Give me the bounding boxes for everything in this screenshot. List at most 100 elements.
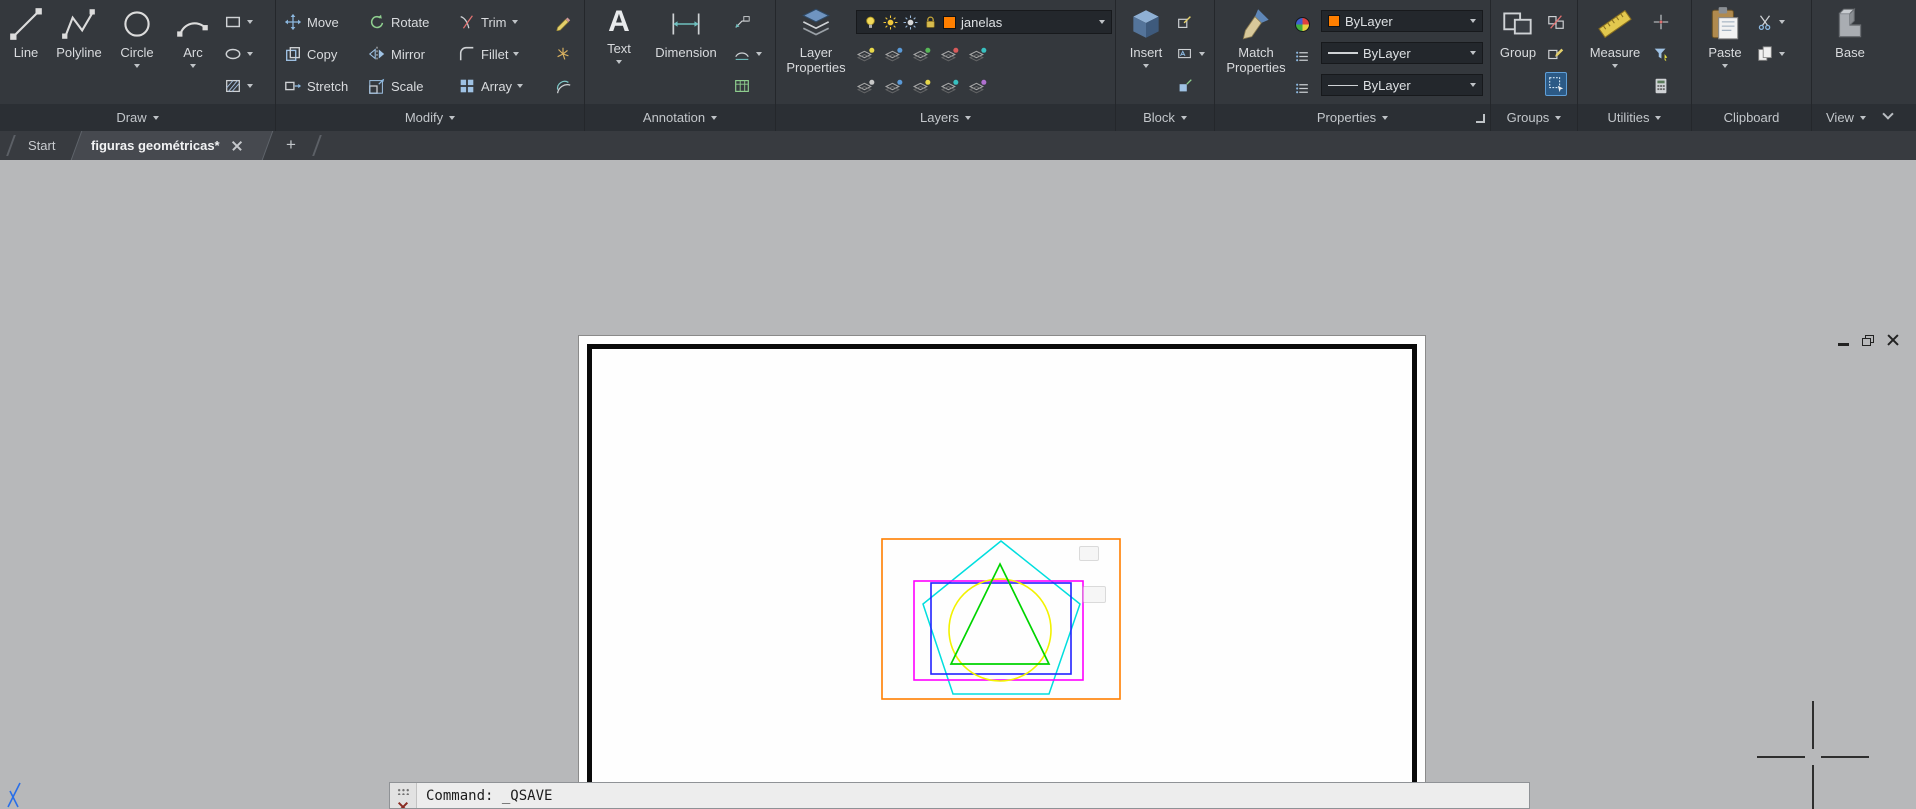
object-color-dropdown-icon[interactable] <box>1470 19 1476 23</box>
drawing-viewport[interactable] <box>0 160 1916 809</box>
match-properties-button[interactable]: Match Properties <box>1223 5 1289 75</box>
layer-freeze-sun-icon[interactable] <box>883 15 898 30</box>
panel-title-modify[interactable]: Modify <box>276 104 584 131</box>
array-dropdown-icon[interactable] <box>517 84 523 88</box>
rectangle-tool-button[interactable] <box>224 10 253 34</box>
hatch-dropdown-icon[interactable] <box>247 84 253 88</box>
tab-drawing-active[interactable]: figuras geométricas* <box>71 131 274 160</box>
rotate-button[interactable]: Rotate <box>368 10 429 34</box>
layer-unisolate-button[interactable] <box>968 42 987 66</box>
block-editor-button[interactable] <box>1176 74 1194 98</box>
circle-yellow[interactable] <box>949 579 1051 681</box>
panel-title-view[interactable]: View <box>1812 104 1916 131</box>
id-point-button[interactable] <box>1652 10 1670 34</box>
trim-button[interactable]: Trim <box>458 10 518 34</box>
edit-attribute-button[interactable] <box>1176 42 1205 66</box>
layer-combo-dropdown-icon[interactable] <box>1099 20 1105 24</box>
layer-off-button[interactable] <box>884 74 903 98</box>
panel-title-annotation[interactable]: Annotation <box>585 104 775 131</box>
layer-select-combo[interactable]: janelas <box>856 10 1112 34</box>
group-selection-toggle-button[interactable] <box>1545 72 1567 96</box>
leader-button[interactable] <box>733 10 751 34</box>
panel-title-groups[interactable]: Groups <box>1491 104 1577 131</box>
panel-title-draw[interactable]: Draw <box>0 104 275 131</box>
text-dropdown-icon[interactable] <box>616 60 622 64</box>
table-button[interactable] <box>733 74 751 98</box>
panel-title-properties[interactable]: Properties <box>1215 104 1490 131</box>
layer-on-bulb-icon[interactable] <box>863 15 878 30</box>
layer-previous-button[interactable] <box>912 42 931 66</box>
fillet-button[interactable]: Fillet <box>458 42 519 66</box>
copy-clip-button[interactable] <box>1756 42 1785 66</box>
object-color-combo[interactable]: ByLayer <box>1321 10 1483 32</box>
quick-select-button[interactable] <box>1652 42 1670 66</box>
move-button[interactable]: Move <box>284 10 339 34</box>
rectangle-orange[interactable] <box>882 539 1120 699</box>
command-close-icon[interactable] <box>398 802 408 808</box>
minimize-icon[interactable] <box>1838 343 1849 346</box>
layer-lock-tool-button[interactable] <box>912 74 931 98</box>
base-button[interactable]: Base <box>1826 5 1874 61</box>
panel-title-clipboard[interactable]: Clipboard <box>1692 104 1811 131</box>
group-edit-button[interactable] <box>1547 42 1565 66</box>
stretch-button[interactable]: Stretch <box>284 74 348 98</box>
insert-dropdown-icon[interactable] <box>1143 64 1149 68</box>
panel-title-layers[interactable]: Layers <box>776 104 1115 131</box>
circle-button[interactable]: Circle <box>112 5 162 68</box>
layer-lock-icon[interactable] <box>923 15 938 30</box>
mirror-button[interactable]: Mirror <box>368 42 425 66</box>
fillet-dropdown-icon[interactable] <box>513 52 519 56</box>
lineweight-combo[interactable]: ByLayer <box>1321 42 1483 64</box>
group-button[interactable]: Group <box>1495 5 1541 61</box>
rectangle-dropdown-icon[interactable] <box>247 20 253 24</box>
layer-isolate-button[interactable] <box>940 42 959 66</box>
ellipse-dropdown-icon[interactable] <box>247 52 253 56</box>
properties-dialog-launcher-icon[interactable] <box>1476 114 1485 123</box>
quick-calc-button[interactable] <box>1652 74 1670 98</box>
ungroup-button[interactable] <box>1547 10 1565 34</box>
scale-button[interactable]: Scale <box>368 74 424 98</box>
explode-button[interactable] <box>554 42 572 66</box>
erase-button[interactable] <box>554 10 572 34</box>
color-wheel-button[interactable] <box>1295 12 1310 36</box>
hatch-tool-button[interactable] <box>224 74 253 98</box>
create-block-button[interactable] <box>1176 10 1194 34</box>
pentagon-cyan[interactable] <box>923 541 1080 694</box>
rectangle-magenta[interactable] <box>914 581 1083 680</box>
layer-match-button[interactable] <box>884 42 903 66</box>
lineweight-list-button[interactable] <box>1295 44 1310 68</box>
lineweight-dropdown-icon[interactable] <box>1470 51 1476 55</box>
text-button[interactable]: A Text <box>597 5 641 64</box>
linetype-list-button[interactable] <box>1295 76 1310 100</box>
polyline-button[interactable]: Polyline <box>52 5 106 61</box>
cut-dropdown-icon[interactable] <box>1779 20 1785 24</box>
arc-dropdown-icon[interactable] <box>190 64 196 68</box>
dimension-style-dropdown-icon[interactable] <box>756 52 762 56</box>
layer-merge-button[interactable] <box>968 74 987 98</box>
copy-clip-dropdown-icon[interactable] <box>1779 52 1785 56</box>
dimension-style-button[interactable] <box>733 42 762 66</box>
panel-title-block[interactable]: Block <box>1116 104 1214 131</box>
layer-properties-button[interactable]: Layer Properties <box>784 5 848 75</box>
linetype-combo[interactable]: ByLayer <box>1321 74 1483 96</box>
layer-make-current-button[interactable] <box>856 42 875 66</box>
insert-button[interactable]: Insert <box>1122 5 1170 68</box>
command-drag-handle-icon[interactable] <box>397 788 410 795</box>
linetype-dropdown-icon[interactable] <box>1470 83 1476 87</box>
command-window[interactable]: Command: _QSAVE Command: <box>389 782 1530 809</box>
circle-dropdown-icon[interactable] <box>134 64 140 68</box>
new-drawing-tab-button[interactable]: + <box>282 136 300 154</box>
cut-button[interactable] <box>1756 10 1785 34</box>
command-history[interactable]: Command: _QSAVE Command: <box>417 783 561 808</box>
paste-button[interactable]: Paste <box>1702 5 1748 68</box>
arc-button[interactable]: Arc <box>170 5 216 68</box>
ellipse-tool-button[interactable] <box>224 42 253 66</box>
copy-button[interactable]: Copy <box>284 42 337 66</box>
layer-unlock-button[interactable] <box>940 74 959 98</box>
layer-vp-freeze-icon[interactable] <box>903 15 918 30</box>
edit-attribute-dropdown-icon[interactable] <box>1199 52 1205 56</box>
measure-button[interactable]: Measure <box>1586 5 1644 68</box>
paste-dropdown-icon[interactable] <box>1722 64 1728 68</box>
line-button[interactable]: Line <box>4 5 48 61</box>
tab-close-icon[interactable] <box>232 141 242 151</box>
